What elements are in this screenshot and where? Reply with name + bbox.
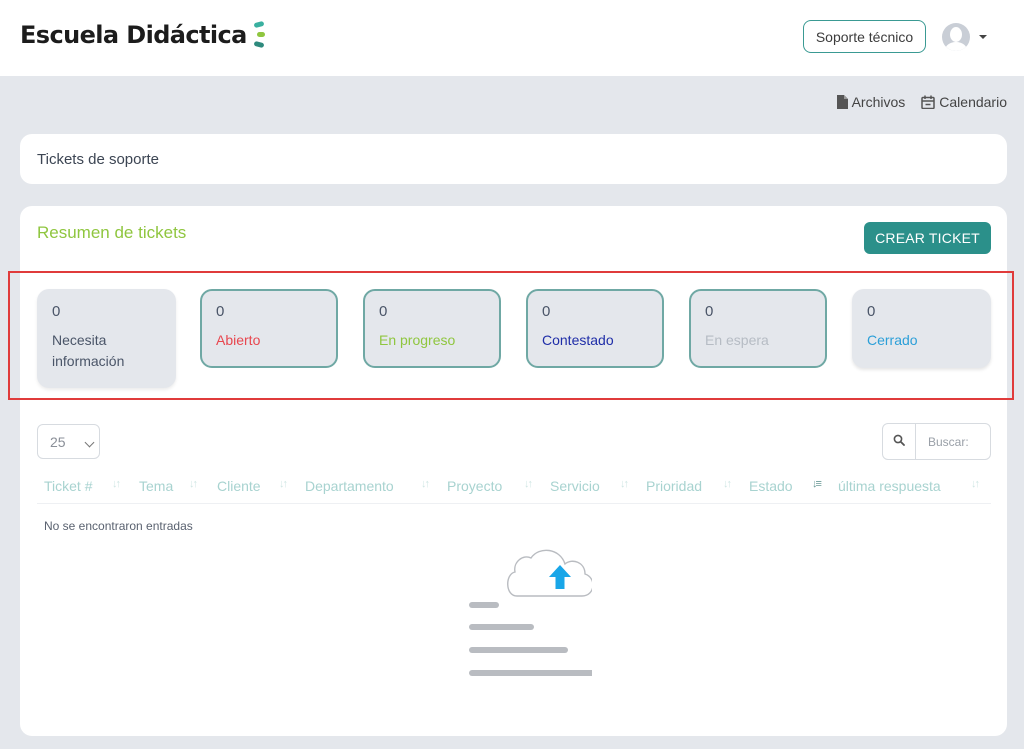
stat-count: 0: [379, 303, 388, 320]
sort-icon[interactable]: ↓↑: [971, 478, 980, 490]
top-header: Escuela Didáctica Soporte técnico: [0, 0, 1024, 76]
create-ticket-button[interactable]: CREAR TICKET: [864, 222, 991, 254]
column-project[interactable]: Proyecto: [447, 478, 502, 494]
stat-label: Contestado: [542, 332, 614, 348]
stat-count: 0: [52, 303, 61, 320]
calendar-link-label: Calendario: [939, 94, 1007, 110]
stat-in-progress[interactable]: 0 En progreso: [363, 289, 501, 368]
search-button[interactable]: [882, 423, 916, 460]
table-header: Ticket # ↓↑ Tema ↓↑ Cliente ↓↑ Departame…: [37, 470, 991, 504]
summary-title: Resumen de tickets: [37, 223, 187, 242]
column-last-reply[interactable]: última respuesta: [838, 478, 941, 494]
empty-state-illustration-icon: [469, 549, 592, 676]
stat-label: Necesita información: [52, 332, 125, 369]
sort-icon[interactable]: ↓↑: [112, 478, 121, 490]
empty-message: No se encontraron entradas: [44, 519, 193, 533]
search-input[interactable]: [915, 423, 991, 460]
logo-text: Escuela Didáctica: [20, 21, 247, 49]
sort-icon[interactable]: ↓↑: [189, 478, 198, 490]
column-client[interactable]: Cliente: [217, 478, 261, 494]
tickets-summary-card: Resumen de tickets CREAR TICKET 0 Necesi…: [8, 206, 1014, 736]
logo[interactable]: Escuela Didáctica: [20, 20, 266, 50]
stat-count: 0: [542, 303, 551, 320]
sort-icon[interactable]: ↓↑: [620, 478, 629, 490]
stat-label: Abierto: [216, 332, 261, 348]
page-size-value: 25: [50, 434, 66, 450]
files-link-label: Archivos: [851, 94, 906, 110]
file-icon: [836, 95, 848, 109]
stat-label: En espera: [705, 332, 769, 348]
sort-icon[interactable]: ↓↑: [723, 478, 732, 490]
column-service[interactable]: Servicio: [550, 478, 600, 494]
user-avatar-icon[interactable]: [942, 23, 970, 51]
support-button[interactable]: Soporte técnico: [803, 20, 926, 53]
search-icon: [893, 434, 905, 446]
stat-closed[interactable]: 0 Cerrado: [852, 289, 991, 368]
caret-down-icon[interactable]: [979, 35, 987, 39]
column-priority[interactable]: Prioridad: [646, 478, 702, 494]
stat-count: 0: [867, 303, 876, 320]
stat-on-hold[interactable]: 0 En espera: [689, 289, 827, 368]
column-subject[interactable]: Tema: [139, 478, 173, 494]
stat-count: 0: [216, 303, 225, 320]
top-links: Archivos Calendario: [836, 94, 1007, 110]
page-title: Tickets de soporte: [37, 151, 159, 168]
chevron-down-icon: [84, 437, 95, 448]
column-department[interactable]: Departamento: [305, 478, 394, 494]
page-title-card: Tickets de soporte: [20, 134, 1007, 184]
sort-desc-icon[interactable]: ↓≡: [812, 478, 822, 490]
stat-label: En progreso: [379, 332, 456, 348]
column-status[interactable]: Estado: [749, 478, 793, 494]
calendar-link[interactable]: Calendario: [921, 94, 1007, 110]
column-ticket[interactable]: Ticket #: [44, 478, 93, 494]
files-link[interactable]: Archivos: [836, 94, 906, 110]
stat-label: Cerrado: [867, 332, 918, 348]
sort-icon[interactable]: ↓↑: [524, 478, 533, 490]
sort-icon[interactable]: ↓↑: [421, 478, 430, 490]
stat-answered[interactable]: 0 Contestado: [526, 289, 664, 368]
stat-needs-info[interactable]: 0 Necesita información: [37, 289, 176, 388]
stat-count: 0: [705, 303, 714, 320]
sort-icon[interactable]: ↓↑: [279, 478, 288, 490]
calendar-icon: [921, 95, 936, 109]
stat-open[interactable]: 0 Abierto: [200, 289, 338, 368]
logo-mark-icon: [252, 20, 266, 50]
page-size-select[interactable]: 25: [37, 424, 100, 459]
